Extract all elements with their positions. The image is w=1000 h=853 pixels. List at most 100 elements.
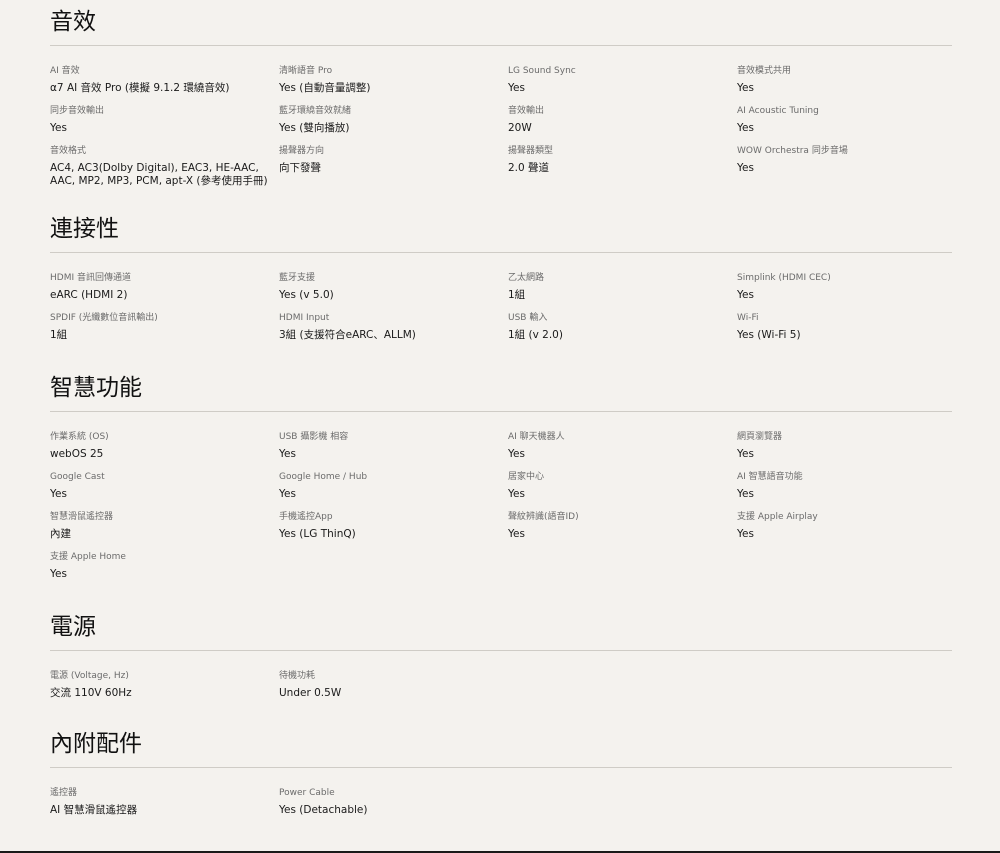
spec-sheet: 音效 AI 音效 α7 AI 音效 Pro (模擬 9.1.2 環繞音效) 清晰語…	[50, 0, 952, 827]
spec-item: 乙太網路 1組	[508, 272, 737, 307]
section-connectivity: 連接性 HDMI 音訊回傳通道 eARC (HDMI 2) 藍牙支援 Yes (v …	[50, 207, 952, 352]
spec-label: AI Acoustic Tuning	[737, 106, 819, 116]
section-sound: 音效 AI 音效 α7 AI 音效 Pro (模擬 9.1.2 環繞音效) 清晰語…	[50, 0, 952, 193]
spec-item: 藍牙環繞音效就緒 Yes (雙向播放)	[279, 105, 508, 140]
spec-value: Yes (LG ThinQ)	[279, 528, 356, 540]
spec-item: 遙控器 AI 智慧滑鼠遙控器	[50, 787, 279, 822]
section-smart-features: 智慧功能 作業系統 (OS) webOS 25 USB 攝影機 相容 Yes AI …	[50, 366, 952, 591]
spec-label: HDMI Input	[279, 313, 330, 323]
spec-value: Yes	[737, 448, 754, 460]
spec-value: Yes	[737, 289, 754, 301]
spec-label: LG Sound Sync	[508, 66, 576, 76]
spec-label: Google Cast	[50, 472, 105, 482]
spec-item: 智慧滑鼠遙控器 內建	[50, 511, 279, 546]
spec-value: 內建	[50, 528, 71, 540]
spec-label: 揚聲器類型	[508, 146, 554, 156]
spec-value: Yes	[508, 488, 525, 500]
spec-label: AI 智慧語音功能	[737, 472, 803, 482]
spec-item: 音效輸出 20W	[508, 105, 737, 140]
spec-item: 居家中心 Yes	[508, 471, 737, 506]
spec-value: Yes	[50, 122, 67, 134]
spec-item: 手機遙控App Yes (LG ThinQ)	[279, 511, 508, 546]
spec-item: 揚聲器方向 向下發聲	[279, 145, 508, 188]
spec-value: AI 智慧滑鼠遙控器	[50, 804, 138, 816]
spec-value: Yes	[737, 82, 754, 94]
spec-grid: 電源 (Voltage, Hz) 交流 110V 60Hz 待機功耗 Under 0…	[50, 651, 952, 710]
spec-label: 音效輸出	[508, 106, 545, 116]
spec-item: Google Home / Hub Yes	[279, 471, 508, 506]
spec-value: Under 0.5W	[279, 687, 342, 699]
spec-item: HDMI Input 3組 (支援符合eARC、ALLM)	[279, 312, 508, 347]
spec-label: 智慧滑鼠遙控器	[50, 512, 114, 522]
spec-grid: 遙控器 AI 智慧滑鼠遙控器 Power Cable Yes (Detachable…	[50, 768, 952, 827]
spec-item: AI 聊天機器人 Yes	[508, 431, 737, 466]
spec-label: 清晰語音 Pro	[279, 66, 333, 76]
spec-label: 網頁瀏覽器	[737, 432, 783, 442]
spec-label: 支援 Apple Airplay	[737, 512, 818, 522]
spec-value: Yes (雙向播放)	[279, 122, 350, 134]
spec-value: Yes	[50, 568, 67, 580]
spec-label: WOW Orchestra 同步音場	[737, 146, 848, 156]
spec-value: Yes	[737, 162, 754, 174]
spec-item: 揚聲器類型 2.0 聲道	[508, 145, 737, 188]
spec-grid: 作業系統 (OS) webOS 25 USB 攝影機 相容 Yes AI 聊天機器人…	[50, 412, 952, 591]
spec-value: 1組	[50, 329, 68, 341]
spec-item: Wi-Fi Yes (Wi-Fi 5)	[737, 312, 952, 347]
spec-item: USB 攝影機 相容 Yes	[279, 431, 508, 466]
spec-item: AI Acoustic Tuning Yes	[737, 105, 952, 140]
spec-label: AI 音效	[50, 66, 80, 76]
spec-label: 藍牙支援	[279, 273, 316, 283]
spec-item: 電源 (Voltage, Hz) 交流 110V 60Hz	[50, 670, 279, 705]
spec-label: 乙太網路	[508, 273, 545, 283]
spec-value: Yes	[508, 448, 525, 460]
spec-value: Yes (Detachable)	[279, 804, 368, 816]
spec-item: AI 音效 α7 AI 音效 Pro (模擬 9.1.2 環繞音效)	[50, 65, 279, 100]
spec-value: 1組 (v 2.0)	[508, 329, 563, 341]
section-accessories: 內附配件 遙控器 AI 智慧滑鼠遙控器 Power Cable Yes (Detac…	[50, 722, 952, 827]
spec-value: Yes	[508, 528, 525, 540]
spec-label: 電源 (Voltage, Hz)	[50, 671, 129, 681]
spec-item: 音效格式 AC4, AC3(Dolby Digital), EAC3, HE-AA…	[50, 145, 279, 188]
spec-label: 藍牙環繞音效就緒	[279, 106, 352, 116]
section-title: 連接性	[50, 216, 119, 242]
spec-label: 揚聲器方向	[279, 146, 325, 156]
spec-value: 3組 (支援符合eARC、ALLM)	[279, 329, 416, 341]
spec-item: Simplink (HDMI CEC) Yes	[737, 272, 952, 307]
spec-value: α7 AI 音效 Pro (模擬 9.1.2 環繞音效)	[50, 82, 230, 94]
spec-value: Yes	[279, 448, 296, 460]
spec-item: 聲紋辨識(語音ID) Yes	[508, 511, 737, 546]
spec-item: Power Cable Yes (Detachable)	[279, 787, 508, 822]
spec-item: 作業系統 (OS) webOS 25	[50, 431, 279, 466]
spec-label: 音效模式共用	[737, 66, 792, 76]
section-power: 電源 電源 (Voltage, Hz) 交流 110V 60Hz 待機功耗 Unde…	[50, 605, 952, 710]
spec-label: USB 輸入	[508, 313, 548, 323]
spec-value: 20W	[508, 122, 532, 134]
spec-value: Yes	[737, 488, 754, 500]
spec-value: Yes	[737, 122, 754, 134]
spec-label: HDMI 音訊回傳通道	[50, 273, 131, 283]
spec-label: 同步音效輸出	[50, 106, 105, 116]
spec-value: Yes (自動音量調整)	[279, 82, 371, 94]
spec-item: 音效模式共用 Yes	[737, 65, 952, 100]
spec-value: Yes	[508, 82, 525, 94]
section-title: 內附配件	[50, 731, 142, 757]
spec-label: 音效格式	[50, 146, 87, 156]
spec-item: HDMI 音訊回傳通道 eARC (HDMI 2)	[50, 272, 279, 307]
spec-label: Wi-Fi	[737, 313, 759, 323]
spec-item: 待機功耗 Under 0.5W	[279, 670, 508, 705]
spec-item: 支援 Apple Home Yes	[50, 551, 279, 586]
spec-value: 1組	[508, 289, 526, 301]
section-title: 電源	[50, 614, 96, 640]
spec-item: SPDIF (光纖數位音訊輸出) 1組	[50, 312, 279, 347]
spec-value: webOS 25	[50, 448, 104, 460]
spec-item: Google Cast Yes	[50, 471, 279, 506]
spec-item: 藍牙支援 Yes (v 5.0)	[279, 272, 508, 307]
spec-label: 作業系統 (OS)	[50, 432, 109, 442]
spec-value: Yes (v 5.0)	[279, 289, 334, 301]
spec-item: USB 輸入 1組 (v 2.0)	[508, 312, 737, 347]
spec-label: Google Home / Hub	[279, 472, 368, 482]
spec-item: 同步音效輸出 Yes	[50, 105, 279, 140]
spec-value: Yes	[50, 488, 67, 500]
spec-grid: HDMI 音訊回傳通道 eARC (HDMI 2) 藍牙支援 Yes (v 5.0)…	[50, 253, 952, 352]
section-title: 音效	[50, 9, 96, 35]
